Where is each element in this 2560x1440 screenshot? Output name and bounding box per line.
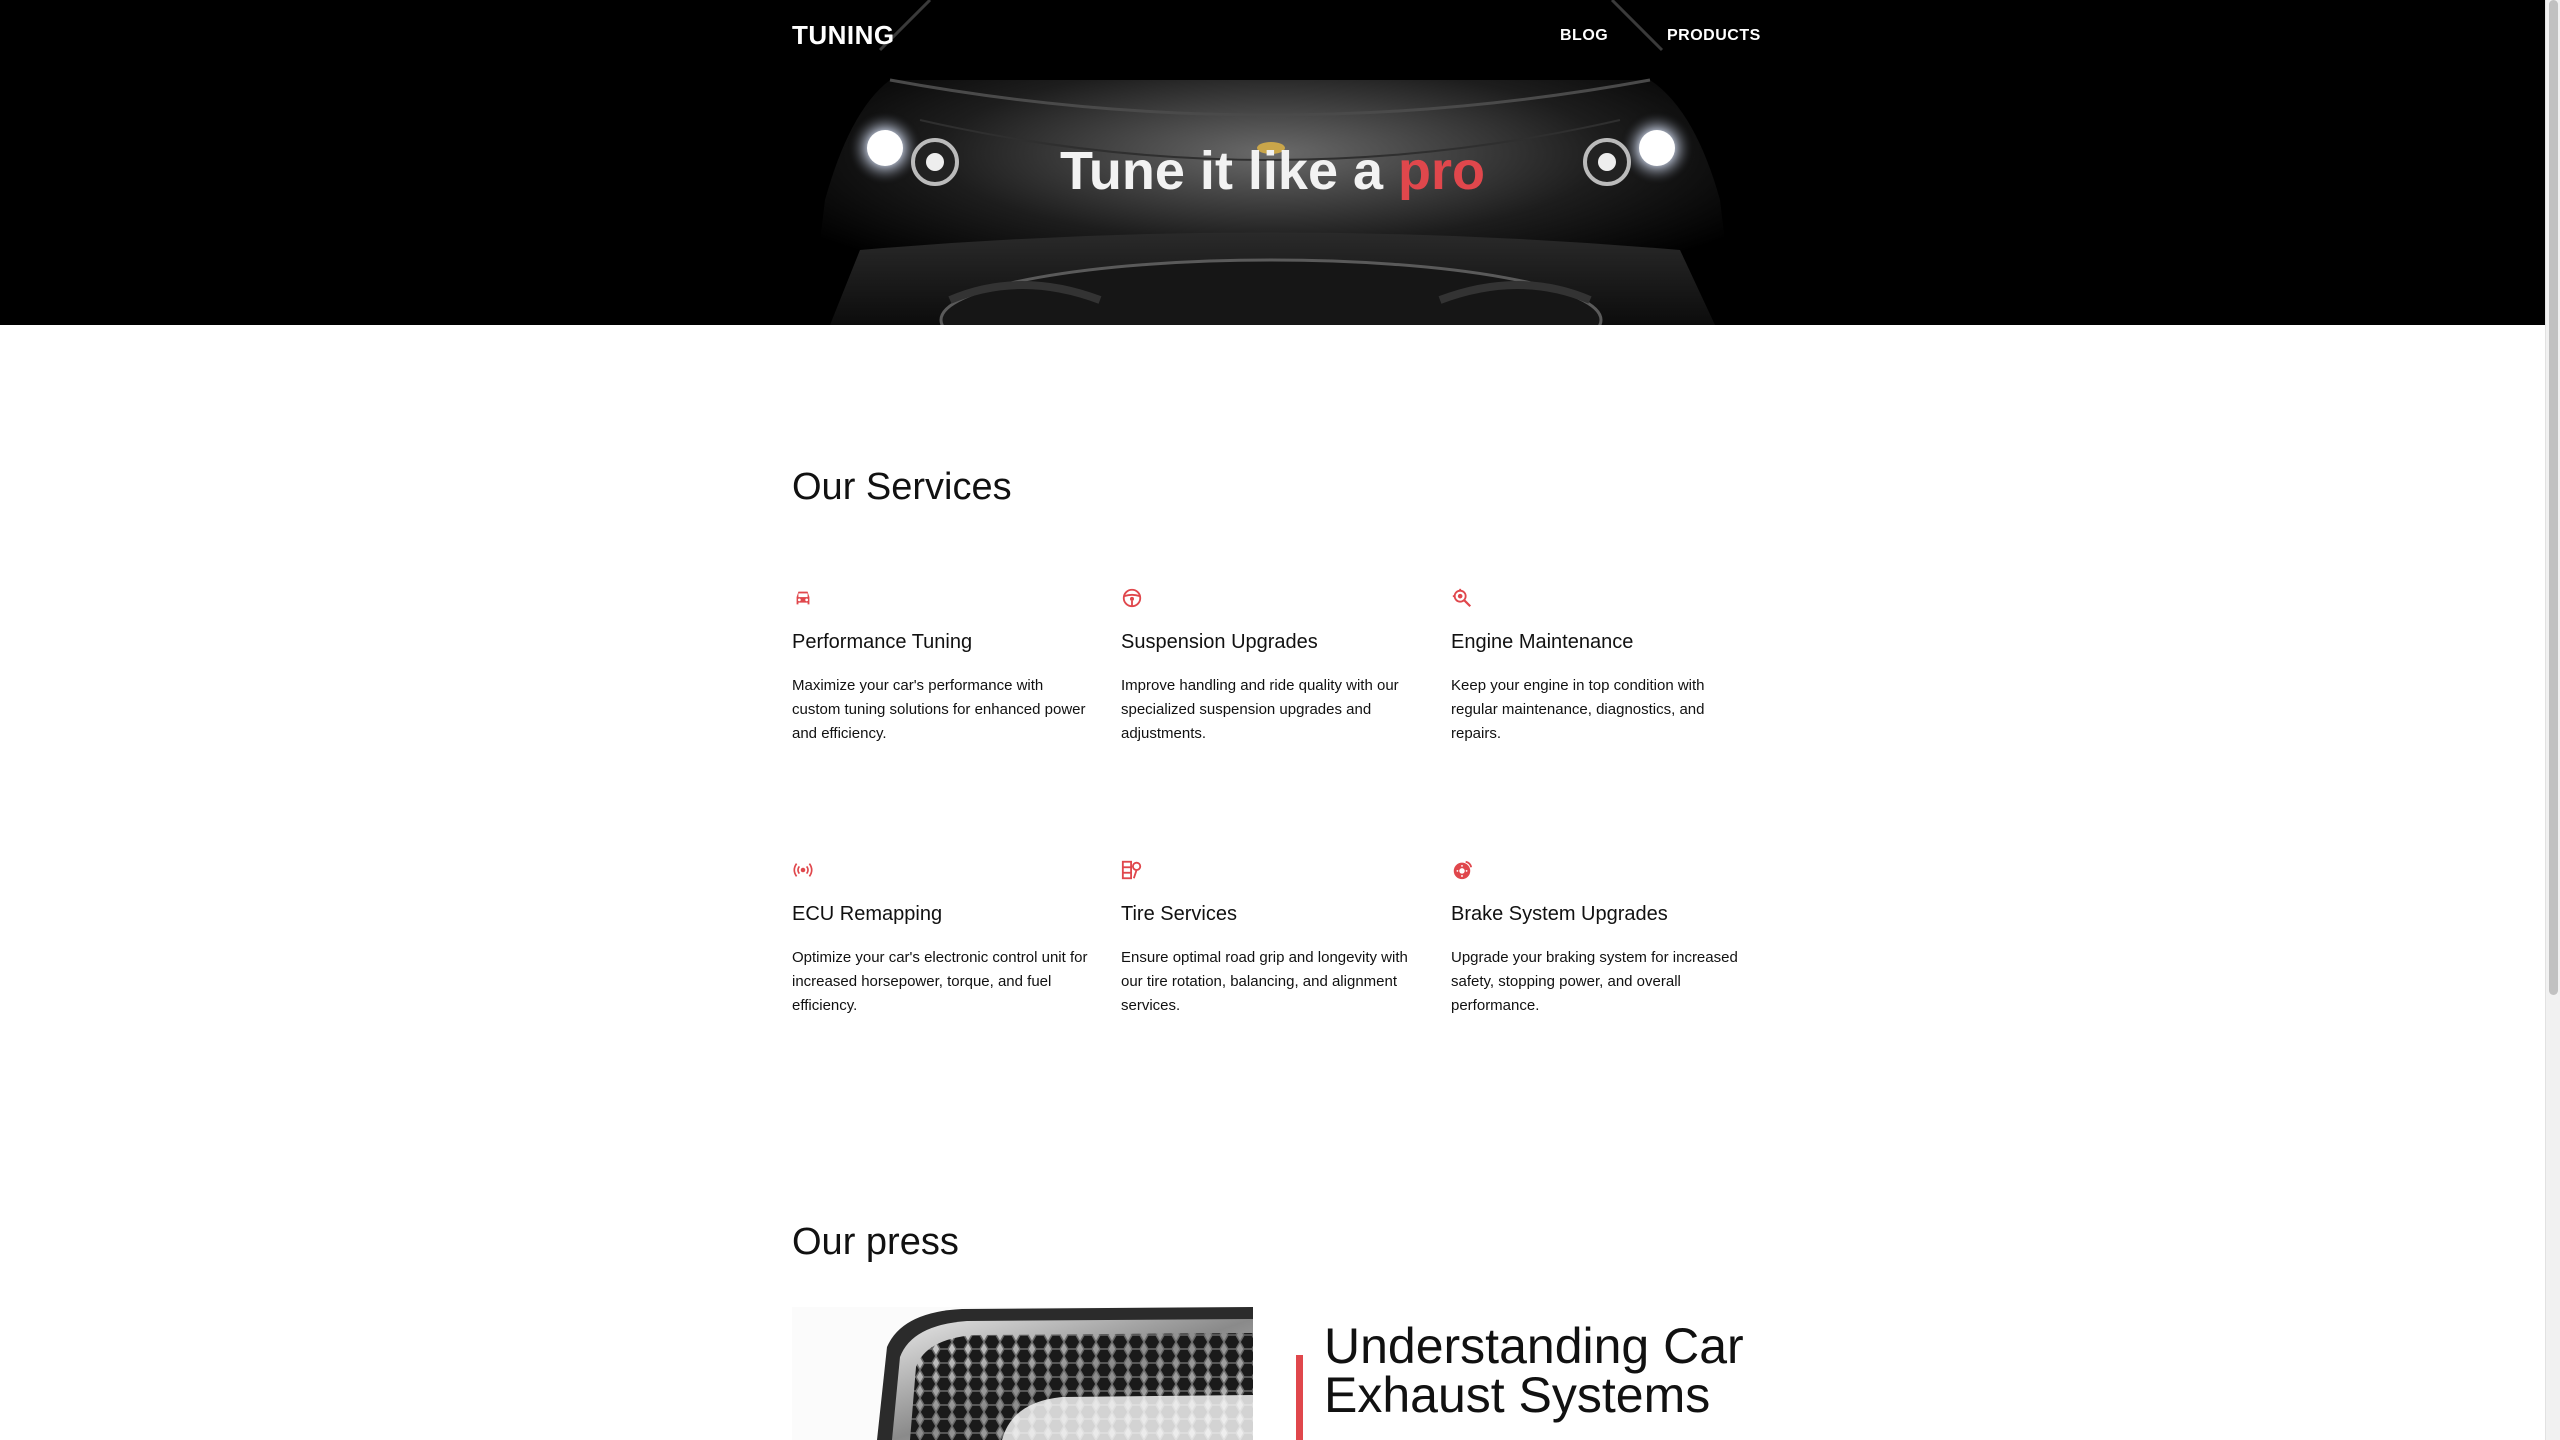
- brand-logo[interactable]: TUNING: [792, 20, 895, 51]
- service-name: Performance Tuning: [792, 631, 973, 653]
- services-title: Our Services: [792, 466, 1012, 508]
- service-name: Suspension Upgrades: [1121, 631, 1318, 653]
- service-description: Ensure optimal road grip and longevity w…: [1121, 949, 1408, 1014]
- service-card-tire-services: Tire Services Ensure optimal road grip a…: [1121, 859, 1421, 1018]
- steering-wheel-icon: [1122, 588, 1142, 608]
- service-name: Tire Services: [1121, 903, 1237, 925]
- nav-link-blog[interactable]: BLOG: [1560, 27, 1608, 45]
- scrollbar-thumb[interactable]: [2549, 0, 2558, 995]
- hero-title: Tune it like a pro: [0, 140, 2545, 202]
- engine-search-icon: [1452, 588, 1472, 608]
- press-title: Our press: [792, 1221, 959, 1263]
- service-card-performance-tuning: Performance Tuning Maximize your car's p…: [792, 587, 1092, 746]
- service-name: Brake System Upgrades: [1451, 903, 1668, 925]
- service-card-suspension-upgrades: Suspension Upgrades Improve handling and…: [1121, 587, 1421, 746]
- top-navigation: TUNING BLOG PRODUCTS: [0, 0, 2545, 72]
- press-accent-bar: [1296, 1355, 1303, 1440]
- hero-title-accent: pro: [1398, 141, 1486, 201]
- press-article-image[interactable]: [792, 1307, 1253, 1440]
- service-name: Engine Maintenance: [1451, 631, 1634, 653]
- hero-title-main: Tune it like a: [1059, 141, 1399, 201]
- brake-disc-icon: [1453, 860, 1473, 880]
- nav-link-products[interactable]: PRODUCTS: [1667, 27, 1761, 45]
- service-description: Upgrade your braking system for increase…: [1451, 949, 1738, 1014]
- service-name: ECU Remapping: [792, 903, 943, 925]
- car-grille-image: [792, 1307, 1253, 1440]
- vertical-scrollbar[interactable]: [2545, 0, 2560, 1440]
- service-card-brake-system-upgrades: Brake System Upgrades Upgrade your braki…: [1451, 859, 1751, 1018]
- service-card-engine-maintenance: Engine Maintenance Keep your engine in t…: [1451, 587, 1751, 746]
- signal-broadcast-icon: [793, 863, 813, 877]
- hero-banner: TUNING BLOG PRODUCTS Tune it like a pro: [0, 0, 2545, 325]
- car-icon: [796, 591, 810, 605]
- tire-pressure-icon: [1121, 860, 1142, 880]
- service-card-ecu-remapping: ECU Remapping Optimize your car's electr…: [792, 859, 1092, 1018]
- service-description: Maximize your car's performance with cus…: [792, 677, 1086, 742]
- service-description: Optimize your car's electronic control u…: [792, 949, 1088, 1014]
- service-description: Improve handling and ride quality with o…: [1121, 677, 1399, 742]
- service-description: Keep your engine in top condition with r…: [1451, 677, 1705, 742]
- press-headline[interactable]: Understanding Car Exhaust Systems: [1324, 1322, 1744, 1440]
